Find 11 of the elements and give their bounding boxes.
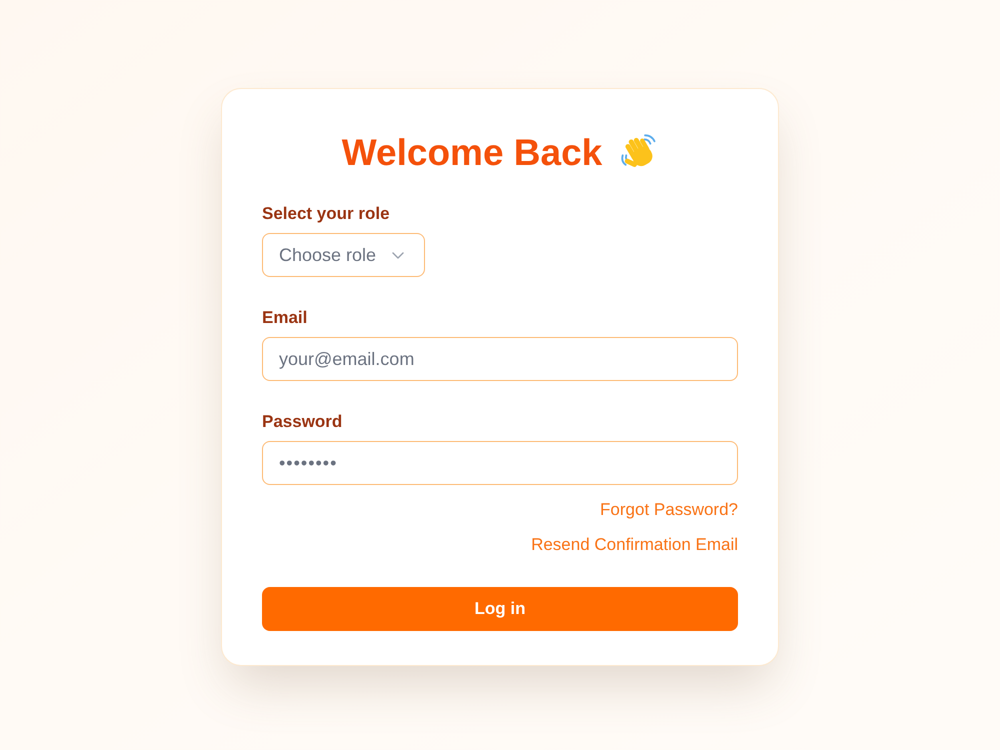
email-label: Email [262, 308, 308, 328]
login-button[interactable]: Log in [262, 587, 738, 631]
text-link[interactable]: Forgot Password? [600, 499, 738, 520]
password-label: Password [262, 412, 342, 432]
role-label: Select your role [262, 204, 390, 224]
text-link[interactable]: Resend Confirmation Email [531, 534, 738, 555]
chevron-down-icon [392, 252, 404, 258]
role-select[interactable]: Choose role [262, 233, 426, 277]
email-field[interactable]: your@email.com [262, 337, 738, 381]
welcome-title: Welcome Back [342, 133, 602, 173]
password-field[interactable]: •••••••• [262, 441, 738, 485]
